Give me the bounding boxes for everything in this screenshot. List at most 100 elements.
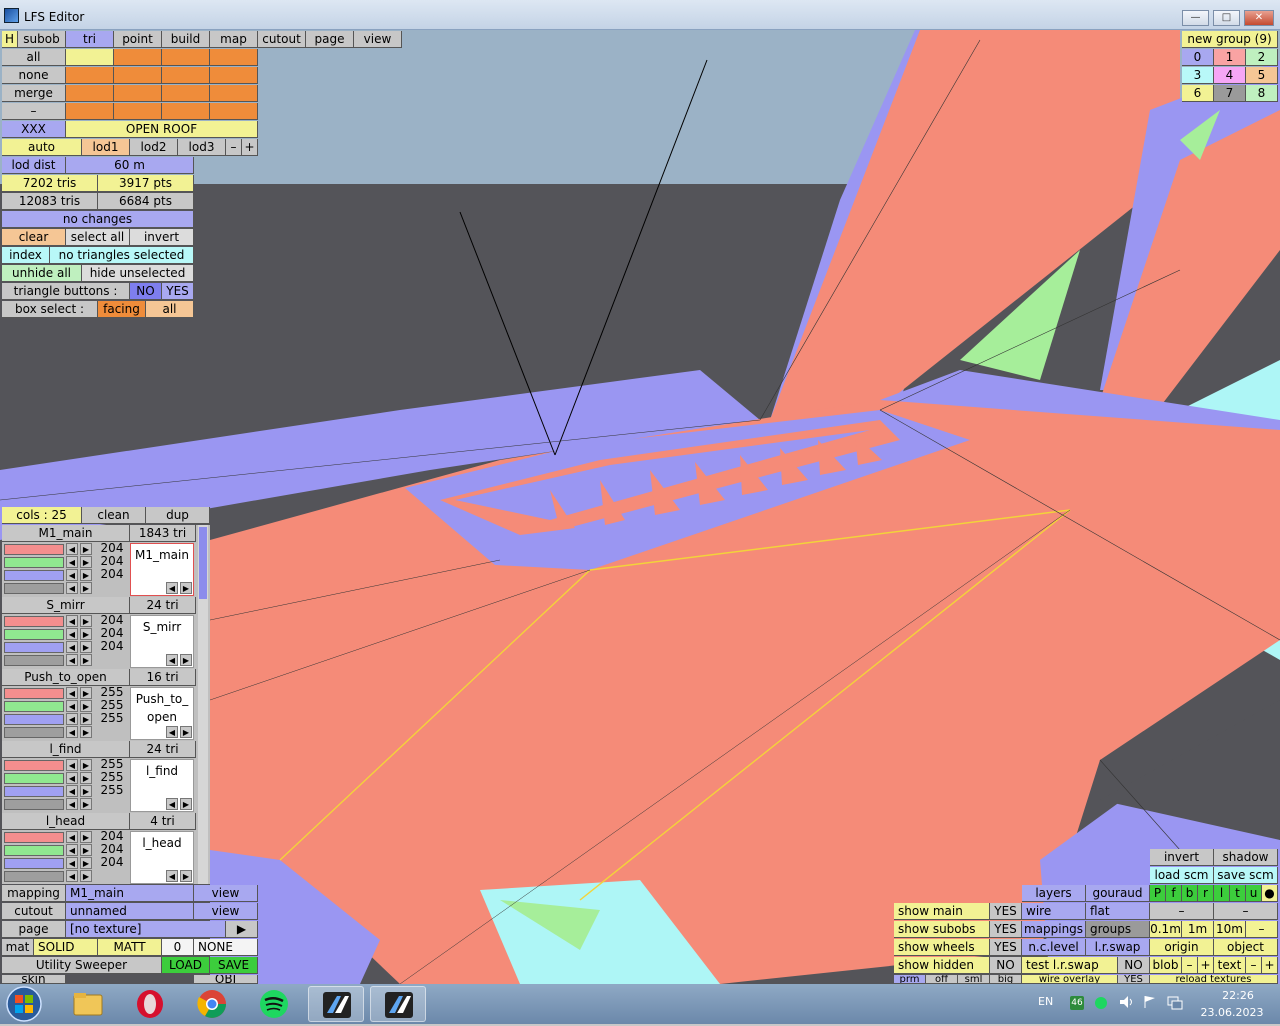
dash-button[interactable]: – <box>2 103 66 120</box>
left-arrow-icon[interactable]: ◀ <box>166 654 178 666</box>
color-swatch[interactable] <box>4 642 64 653</box>
color-cell[interactable] <box>210 103 258 120</box>
left-arrow-icon[interactable]: ◀ <box>166 798 178 810</box>
new-group-button[interactable]: new group (9) <box>1182 31 1278 48</box>
view-letter-3[interactable]: r <box>1198 885 1214 902</box>
color-swatch[interactable] <box>4 714 64 725</box>
clean-button[interactable]: clean <box>82 507 146 524</box>
taskbar-lfs-2[interactable] <box>370 986 426 1022</box>
menu-map[interactable]: map <box>210 31 258 48</box>
right-arrow-icon[interactable]: ▶ <box>80 582 92 594</box>
blob-minus[interactable]: – <box>1182 957 1198 974</box>
menu-subob[interactable]: subob <box>18 31 66 48</box>
xxx-button[interactable]: XXX <box>2 121 66 138</box>
right-arrow-icon[interactable]: ▶ <box>80 615 92 627</box>
left-arrow-icon[interactable]: ◀ <box>66 772 78 784</box>
color-value[interactable]: 204 <box>96 554 128 568</box>
left-arrow-icon[interactable]: ◀ <box>66 556 78 568</box>
color-cell[interactable] <box>114 85 162 102</box>
color-value[interactable]: 255 <box>96 757 128 771</box>
view-letter-5[interactable]: t <box>1230 885 1246 902</box>
step-01m[interactable]: 0.1m <box>1150 921 1182 938</box>
color-cell[interactable] <box>162 103 210 120</box>
group-6[interactable]: 6 <box>1182 85 1214 102</box>
gouraud-button[interactable]: gouraud <box>1086 885 1150 902</box>
object-name-field[interactable]: OPEN ROOF <box>66 121 258 138</box>
left-arrow-icon[interactable]: ◀ <box>66 870 78 882</box>
lod-plus-button[interactable]: + <box>242 139 258 156</box>
step-10m[interactable]: 10m <box>1214 921 1246 938</box>
save-button[interactable]: SAVE <box>210 957 258 974</box>
color-value[interactable]: 255 <box>96 770 128 784</box>
merge-button[interactable]: merge <box>2 85 66 102</box>
step-1m[interactable]: 1m <box>1182 921 1214 938</box>
color-swatch[interactable] <box>4 773 64 784</box>
clock-date[interactable]: 23.06.2023 <box>1196 1006 1268 1019</box>
select-all-tris-button[interactable]: select all <box>66 229 130 246</box>
left-arrow-icon[interactable]: ◀ <box>66 713 78 725</box>
color-swatch[interactable] <box>4 557 64 568</box>
tray-badge[interactable]: 46 <box>1070 996 1084 1010</box>
layers-button[interactable]: layers <box>1022 885 1086 902</box>
cutout-field[interactable]: unnamed <box>66 903 194 920</box>
taskbar-spotify[interactable] <box>246 986 302 1022</box>
left-arrow-icon[interactable]: ◀ <box>166 726 178 738</box>
left-arrow-icon[interactable]: ◀ <box>66 641 78 653</box>
index-button[interactable]: index <box>2 247 50 264</box>
object-name[interactable]: l_head <box>2 813 130 830</box>
lod1-button[interactable]: lod1 <box>82 139 130 156</box>
right-arrow-icon[interactable]: ▶ <box>80 713 92 725</box>
taskbar-chrome[interactable] <box>184 986 240 1022</box>
mapping-field[interactable]: M1_main <box>66 885 194 902</box>
language-indicator[interactable]: EN <box>1038 995 1053 1008</box>
right-arrow-icon[interactable]: ▶ <box>80 687 92 699</box>
color-cell[interactable] <box>114 67 162 84</box>
left-arrow-icon[interactable]: ◀ <box>66 582 78 594</box>
reload-textures-button[interactable]: reload textures <box>1150 975 1278 984</box>
color-swatch[interactable] <box>4 760 64 771</box>
color-value[interactable]: 255 <box>96 711 128 725</box>
right-arrow-icon[interactable]: ▶ <box>80 844 92 856</box>
show-main-toggle[interactable]: YES <box>990 903 1022 920</box>
hide-unselected-button[interactable]: hide unselected <box>82 265 194 282</box>
triangle-buttons-no[interactable]: NO <box>130 283 162 300</box>
group-5[interactable]: 5 <box>1246 67 1278 84</box>
mapping-view-button[interactable]: view <box>194 885 258 902</box>
color-value[interactable]: 204 <box>96 613 128 627</box>
color-cell[interactable] <box>114 103 162 120</box>
left-arrow-icon[interactable]: ◀ <box>66 700 78 712</box>
triangle-buttons-yes[interactable]: YES <box>162 283 194 300</box>
menu-view[interactable]: view <box>354 31 402 48</box>
invert-button[interactable]: invert <box>130 229 194 246</box>
color-value[interactable]: 204 <box>96 639 128 653</box>
color-swatch[interactable] <box>4 799 64 810</box>
color-cell[interactable] <box>162 49 210 66</box>
right-arrow-icon[interactable]: ▶ <box>180 798 192 810</box>
lod-auto-button[interactable]: auto <box>2 139 82 156</box>
blob-plus[interactable]: + <box>1198 957 1214 974</box>
color-swatch[interactable] <box>4 786 64 797</box>
color-value[interactable]: 255 <box>96 783 128 797</box>
right-arrow-icon[interactable]: ▶ <box>80 831 92 843</box>
left-arrow-icon[interactable]: ◀ <box>66 785 78 797</box>
text-plus[interactable]: + <box>1262 957 1278 974</box>
clock-time[interactable]: 22:26 <box>1210 989 1266 1002</box>
mat-zero[interactable]: 0 <box>162 939 194 956</box>
right-arrow-icon[interactable]: ▶ <box>180 726 192 738</box>
color-cell[interactable] <box>66 49 114 66</box>
right-arrow-icon[interactable]: ▶ <box>80 654 92 666</box>
step-minus[interactable]: – <box>1246 921 1278 938</box>
left-arrow-icon[interactable]: ◀ <box>66 759 78 771</box>
right-arrow-icon[interactable]: ▶ <box>80 700 92 712</box>
box-select-facing[interactable]: facing <box>98 301 146 318</box>
taskbar-explorer[interactable] <box>60 986 116 1022</box>
menu-h[interactable]: H <box>2 31 18 48</box>
lod-minus-button[interactable]: – <box>226 139 242 156</box>
color-cell[interactable] <box>210 49 258 66</box>
lr-swap-button[interactable]: l.r.swap <box>1086 939 1150 956</box>
origin-button[interactable]: origin <box>1150 939 1214 956</box>
color-cell[interactable] <box>66 103 114 120</box>
object-name[interactable]: Push_to_open <box>2 669 130 686</box>
start-button[interactable] <box>4 985 44 1023</box>
test-lr-swap-toggle[interactable]: NO <box>1118 957 1150 974</box>
